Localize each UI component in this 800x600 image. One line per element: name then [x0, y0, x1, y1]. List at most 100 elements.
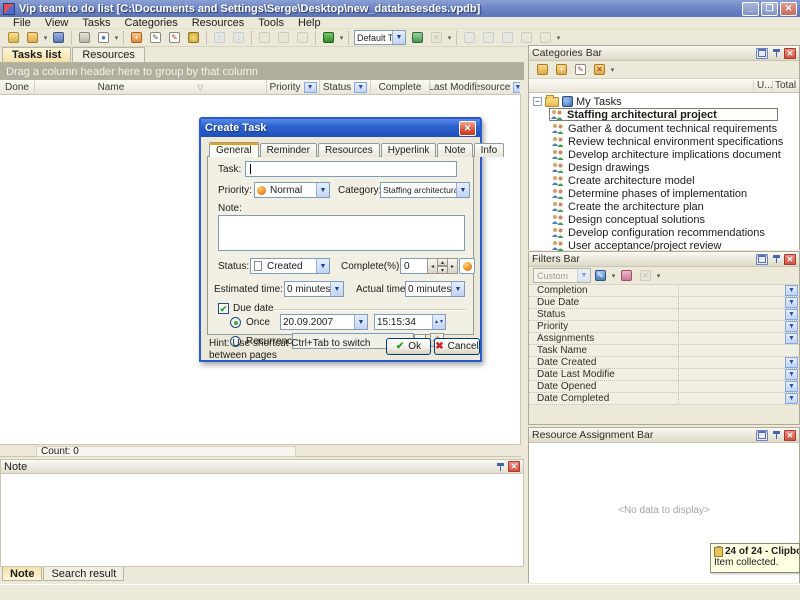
tab-tasks-list[interactable]: Tasks list — [2, 47, 71, 62]
filters-maximize-icon[interactable] — [756, 254, 768, 265]
filter-dropdown-icon[interactable]: ▼ — [785, 333, 798, 344]
set-filter-icon[interactable]: ✎ — [592, 268, 609, 283]
once-time-spinner[interactable]: 15:15:34 ▲▼ — [374, 314, 446, 330]
view-dropdown-icon[interactable]: ▾ — [446, 34, 453, 42]
filter-dropdown-icon[interactable]: ▼ — [785, 381, 798, 392]
dialog-tab-resources[interactable]: Resources — [318, 143, 380, 157]
resource-filter-icon[interactable]: ▼ — [513, 82, 520, 93]
task-view-dropdown-icon[interactable]: ▼ — [392, 31, 405, 44]
categories-maximize-icon[interactable] — [756, 48, 768, 59]
filter-row-date-created[interactable]: Date Created▼ — [529, 357, 799, 369]
uncomplete-task-icon[interactable] — [275, 30, 292, 45]
dialog-tab-note[interactable]: Note — [437, 143, 472, 157]
category-item[interactable]: Create architecture model — [551, 174, 695, 187]
categories-close-icon[interactable]: ✕ — [784, 48, 796, 59]
notify-resource-icon[interactable] — [537, 30, 554, 45]
status-combo[interactable]: Created ▼ — [250, 258, 330, 274]
filter-dropdown-icon[interactable]: ▼ — [785, 393, 798, 404]
categories-pin-icon[interactable] — [770, 48, 782, 59]
move-up-icon[interactable]: ↑ — [211, 30, 228, 45]
category-item[interactable]: Design drawings — [551, 161, 649, 174]
resource-close-icon[interactable]: ✕ — [784, 430, 796, 441]
move-down-icon[interactable]: ↓ — [230, 30, 247, 45]
once-date-combo[interactable]: 20.09.2007 ▼ — [280, 314, 368, 330]
priority-combo[interactable]: Normal ▼ — [254, 182, 330, 198]
complete-task-icon[interactable] — [256, 30, 273, 45]
category-combo[interactable]: Staffing architectural project ▼ — [380, 182, 470, 198]
filter-preset-combo[interactable]: Custom ▼ — [533, 268, 591, 283]
filter-dropdown-icon[interactable]: ▼ — [785, 357, 798, 368]
dialog-close-icon[interactable]: ✕ — [459, 121, 476, 136]
resource-maximize-icon[interactable] — [756, 430, 768, 441]
close-button[interactable]: ✕ — [780, 2, 797, 16]
estimated-dropdown-icon[interactable]: ▼ — [330, 282, 343, 296]
filter-dropdown-icon[interactable]: ▼ — [785, 309, 798, 320]
date-dropdown-icon[interactable]: ▼ — [354, 315, 367, 329]
filter-dropdown-icon[interactable]: ▼ — [785, 297, 798, 308]
category-item[interactable]: Design conceptual solutions — [551, 213, 705, 226]
clear-filter-icon[interactable] — [618, 268, 635, 283]
ok-button[interactable]: ✔ Ok — [386, 338, 431, 355]
filter-row-assignments[interactable]: Assignments▼ — [529, 333, 799, 345]
categories-overflow-icon[interactable]: ▾ — [609, 66, 616, 74]
filters-overflow-icon[interactable]: ▾ — [655, 272, 662, 280]
filter-row-priority[interactable]: Priority▼ — [529, 321, 799, 333]
tree-root[interactable]: − My Tasks — [533, 95, 622, 108]
minimize-button[interactable]: _ — [742, 2, 759, 16]
restore-button[interactable]: ❐ — [761, 2, 778, 16]
delete-task-icon[interactable]: ✎ — [166, 30, 183, 45]
filter-row-task-name[interactable]: Task Name — [529, 345, 799, 357]
resource-dropdown-icon[interactable]: ▾ — [555, 34, 562, 42]
new-subcategory-icon[interactable]: + — [553, 62, 570, 77]
column-priority[interactable]: Priority▼ — [267, 80, 320, 94]
actual-time-combo[interactable]: 0 minutes ▼ — [405, 281, 465, 297]
spin-right-icon[interactable]: ▸ — [447, 258, 458, 274]
key-icon[interactable] — [185, 30, 202, 45]
new-task-icon[interactable]: + — [128, 30, 145, 45]
print-icon[interactable] — [76, 30, 93, 45]
cancel-button[interactable]: ✖ Cancel — [434, 338, 480, 355]
tab-note[interactable]: Note — [2, 567, 42, 581]
category-item[interactable]: Develop configuration recommendations — [551, 226, 765, 239]
time-spin-icons[interactable]: ▲▼ — [432, 315, 445, 329]
menu-categories[interactable]: Categories — [118, 17, 185, 29]
column-resource[interactable]: esource▼ — [477, 80, 520, 94]
column-complete[interactable]: Complete — [371, 80, 430, 94]
print-preview-icon[interactable]: ● — [95, 30, 112, 45]
filter-row-completion[interactable]: Completion▼ — [529, 285, 799, 297]
priority-dropdown-icon[interactable]: ▼ — [316, 183, 329, 197]
open-dropdown-icon[interactable]: ▾ — [42, 34, 49, 42]
filter-row-date-completed[interactable]: Date Completed▼ — [529, 393, 799, 405]
filter-row-due-date[interactable]: Due Date▼ — [529, 297, 799, 309]
category-item[interactable]: Create the architecture plan — [551, 200, 704, 213]
open-database-icon[interactable] — [24, 30, 41, 45]
menu-file[interactable]: File — [6, 17, 38, 29]
complete-input[interactable]: 0 — [400, 258, 428, 274]
category-dropdown-icon[interactable]: ▼ — [456, 183, 469, 197]
column-name[interactable]: Name▽ — [35, 80, 267, 94]
category-item[interactable]: Gather & document technical requirements — [551, 122, 777, 135]
new-database-icon[interactable] — [5, 30, 22, 45]
task-input[interactable] — [245, 161, 457, 177]
dialog-tab-reminder[interactable]: Reminder — [260, 143, 317, 157]
category-item[interactable]: Staffing architectural project — [549, 108, 778, 121]
notification-dropdown-icon[interactable]: ▾ — [338, 34, 345, 42]
tab-search-result[interactable]: Search result — [43, 567, 124, 581]
note-pin-icon[interactable] — [494, 461, 506, 472]
column-unread[interactable]: U... — [757, 80, 773, 91]
save-icon[interactable] — [50, 30, 67, 45]
category-item[interactable]: Determine phases of implementation — [551, 187, 747, 200]
column-total[interactable]: Total — [775, 80, 796, 91]
dialog-tab-hyperlink[interactable]: Hyperlink — [381, 143, 437, 157]
filter-row-date-last-modified[interactable]: Date Last Modifie▼ — [529, 369, 799, 381]
due-date-checkbox[interactable]: ✔ — [218, 303, 229, 314]
column-done[interactable]: Done — [0, 80, 35, 94]
column-status[interactable]: Status▼ — [320, 80, 371, 94]
menu-view[interactable]: View — [38, 17, 76, 29]
filter-dropdown-icon[interactable]: ▼ — [785, 285, 798, 296]
estimated-time-combo[interactable]: 0 minutes ▼ — [284, 281, 344, 297]
delete-view-icon[interactable]: ✕ — [428, 30, 445, 45]
notification-icon[interactable] — [320, 30, 337, 45]
remove-filter-icon[interactable]: ✕ — [637, 268, 654, 283]
edit-category-icon[interactable]: ✎ — [572, 62, 589, 77]
